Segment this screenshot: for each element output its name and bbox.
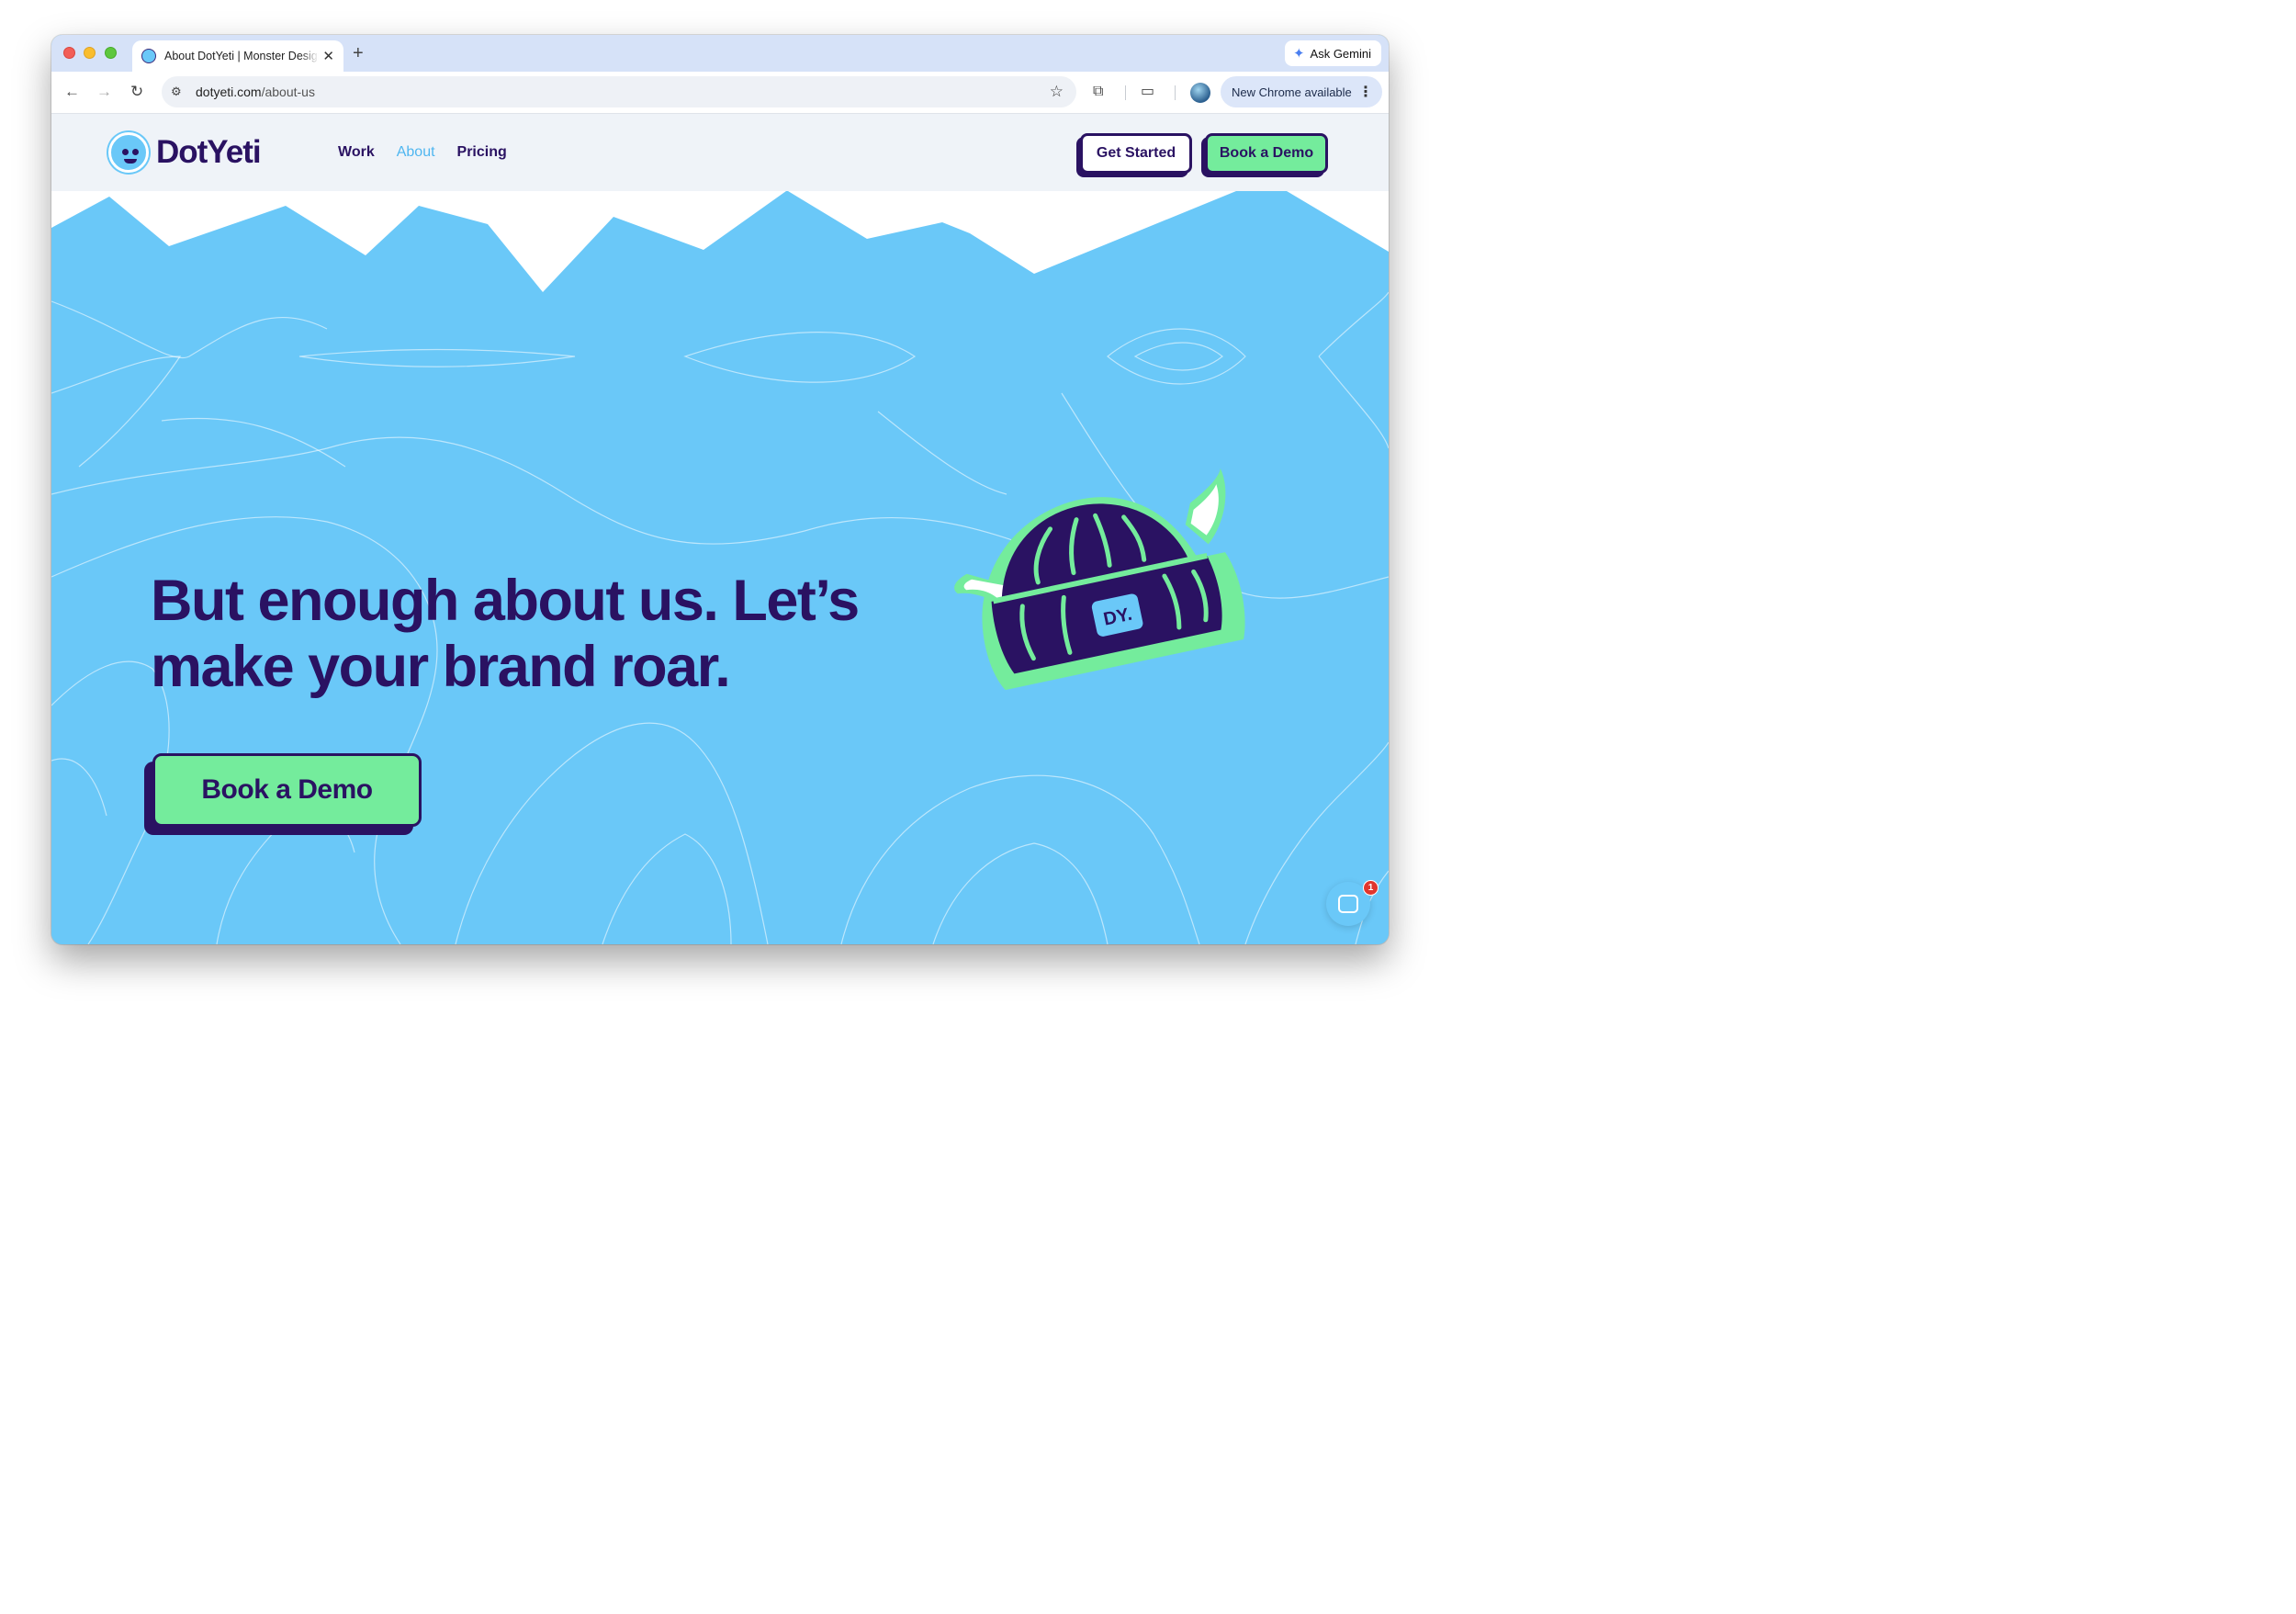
url-text[interactable]: dotyeti.com/about-us xyxy=(196,85,315,99)
maximize-window-button[interactable] xyxy=(105,47,117,59)
back-icon[interactable]: ← xyxy=(64,82,80,102)
toolbar-divider xyxy=(1125,85,1126,100)
browser-toolbar: ← → ↻ ⚙ dotyeti.com/about-us ☆ ⧉ ▭ New C… xyxy=(51,72,1389,114)
ask-gemini-label: Ask Gemini xyxy=(1310,46,1371,61)
forward-icon[interactable]: → xyxy=(96,82,112,102)
new-chrome-available-button[interactable]: New Chrome available ⋮ xyxy=(1221,76,1382,107)
site-settings-icon[interactable]: ⚙ xyxy=(171,85,186,99)
bookmark-star-icon[interactable]: ☆ xyxy=(1050,83,1064,101)
chat-unread-badge: 1 xyxy=(1363,880,1379,896)
hero-headline: But enough about us. Let’s make your bra… xyxy=(151,569,860,699)
browser-window: About DotYeti | Monster Design ✕ + ✦ Ask… xyxy=(51,35,1389,944)
hero-book-demo-button[interactable]: Book a Demo xyxy=(152,753,422,827)
close-window-button[interactable] xyxy=(63,47,75,59)
header-book-demo-button[interactable]: Book a Demo xyxy=(1205,133,1328,174)
reload-icon[interactable]: ↻ xyxy=(130,82,143,102)
dotyeti-logo[interactable]: DotYeti xyxy=(108,132,262,173)
gemini-sparkle-icon: ✦ xyxy=(1292,46,1305,62)
toolbar-divider xyxy=(1175,85,1176,100)
extensions-icon[interactable]: ⧉ xyxy=(1093,83,1103,101)
main-nav: Work About Pricing xyxy=(338,144,507,161)
url-host: dotyeti.com xyxy=(196,85,262,99)
brand-name: DotYeti xyxy=(156,134,262,170)
close-tab-icon[interactable]: ✕ xyxy=(322,50,334,63)
chat-bubble-icon xyxy=(1338,895,1358,913)
nav-item-about[interactable]: About xyxy=(397,144,435,161)
get-started-button[interactable]: Get Started xyxy=(1080,133,1192,174)
new-chrome-label: New Chrome available xyxy=(1232,85,1352,99)
url-path: /about-us xyxy=(261,85,315,99)
ask-gemini-button[interactable]: ✦ Ask Gemini xyxy=(1284,40,1381,66)
profile-avatar[interactable] xyxy=(1190,83,1210,103)
horned-beanie-illustration: DY. xyxy=(954,468,1245,691)
nav-item-work[interactable]: Work xyxy=(338,144,375,161)
yeti-favicon-icon xyxy=(141,49,156,63)
browser-tab[interactable]: About DotYeti | Monster Design ✕ xyxy=(132,40,343,72)
chrome-menu-icon[interactable]: ⋮ xyxy=(1358,83,1373,101)
hero-section: But enough about us. Let’s make your bra… xyxy=(51,191,1389,944)
site-header: DotYeti Work About Pricing Get Started B… xyxy=(51,114,1389,191)
tab-strip: About DotYeti | Monster Design ✕ + ✦ Ask… xyxy=(51,35,1389,72)
yeti-logo-icon xyxy=(108,132,149,173)
minimize-window-button[interactable] xyxy=(84,47,96,59)
tab-title: About DotYeti | Monster Design xyxy=(164,50,319,62)
new-tab-button[interactable]: + xyxy=(353,42,364,64)
address-bar[interactable]: ⚙ dotyeti.com/about-us ☆ xyxy=(162,76,1076,107)
nav-item-pricing[interactable]: Pricing xyxy=(457,144,507,161)
cast-icon[interactable]: ▭ xyxy=(1141,83,1154,101)
